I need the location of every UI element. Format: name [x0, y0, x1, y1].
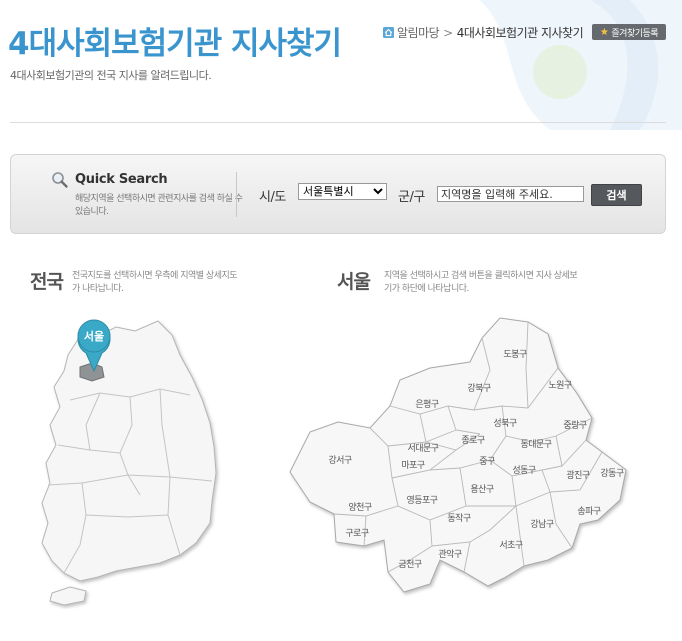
quick-search-divider	[236, 172, 237, 217]
district-label[interactable]: 중랑구	[563, 419, 587, 431]
district-label[interactable]: 서초구	[499, 540, 523, 551]
jeju-island[interactable]	[49, 586, 87, 606]
district-label[interactable]: 종로구	[461, 435, 485, 446]
search-button[interactable]: 검색	[591, 184, 642, 206]
title-divider	[10, 122, 666, 123]
district-label[interactable]: 도봉구	[503, 349, 527, 360]
gungu-label: 군/구	[398, 190, 425, 205]
page-subtitle: 4대사회보험기관의 전국 지사를 알려드립니다.	[10, 69, 212, 82]
seoul-pin-label: 서울	[84, 329, 104, 343]
korea-map[interactable]: 서울	[20, 305, 250, 620]
district-label[interactable]: 강남구	[530, 519, 554, 530]
district-label[interactable]: 서대문구	[407, 443, 439, 454]
district-label[interactable]: 관악구	[438, 548, 462, 560]
district-label[interactable]: 용산구	[470, 484, 494, 495]
sido-label: 시/도	[259, 190, 286, 205]
quick-search-title: Quick Search	[75, 172, 168, 187]
add-favorite-label: 즐겨찾기등록	[611, 28, 659, 39]
magnifier-icon	[52, 172, 68, 188]
district-label[interactable]: 성동구	[512, 465, 536, 476]
district-label[interactable]: 광진구	[566, 469, 590, 481]
district-label[interactable]: 금천구	[398, 559, 422, 570]
district-label[interactable]: 영등포구	[406, 495, 438, 506]
district-label[interactable]: 강북구	[467, 383, 491, 394]
district-label[interactable]: 마포구	[401, 460, 425, 471]
quick-search-panel: Quick Search 해당지역을 선택하시면 관련지사를 검색 하실 수 있…	[10, 154, 666, 234]
star-icon: ★	[599, 26, 609, 38]
district-label[interactable]: 강서구	[328, 455, 352, 466]
page-title: 4대사회보험기관 지사찾기	[8, 26, 342, 62]
sido-select[interactable]: 서울특별시	[298, 183, 387, 200]
district-label[interactable]: 양천구	[348, 502, 372, 513]
district-label[interactable]: 구로구	[345, 528, 369, 539]
district-label[interactable]: 성북구	[493, 418, 517, 429]
district-label[interactable]: 강동구	[600, 468, 624, 479]
breadcrumb-current: 4대사회보험기관 지사찾기	[456, 26, 584, 40]
district-label[interactable]: 동대문구	[520, 439, 552, 450]
breadcrumb: 알림마당 > 4대사회보험기관 지사찾기	[383, 24, 584, 41]
seoul-map[interactable]: 도봉구 강북구 노원구 은평구 성북구 중랑구 종로구 동대문구 서대문구 강서…	[280, 310, 630, 610]
district-label[interactable]: 은평구	[415, 399, 439, 410]
home-icon[interactable]	[383, 27, 394, 38]
seoul-map-description: 지역을 선택하시고 검색 버튼을 클릭하시면 지사 상세보기가 하단에 나타납니…	[384, 271, 578, 294]
seoul-map-heading: 서울	[337, 271, 371, 293]
breadcrumb-separator: >	[443, 25, 453, 40]
korea-mainland[interactable]	[41, 320, 217, 582]
district-label[interactable]: 노원구	[548, 380, 572, 391]
district-label[interactable]: 중구	[479, 456, 495, 467]
region-input[interactable]	[437, 186, 584, 202]
breadcrumb-item-notice[interactable]: 알림마당	[397, 24, 440, 41]
add-favorite-button[interactable]: ★ 즐겨찾기등록	[592, 24, 666, 40]
district-label[interactable]: 송파구	[577, 506, 601, 517]
national-map-heading: 전국	[30, 271, 64, 293]
national-map-description: 전국지도를 선택하시면 우측에 지역별 상세지도가 나타납니다.	[72, 271, 238, 294]
district-label[interactable]: 동작구	[447, 513, 471, 524]
quick-search-description: 해당지역을 선택하시면 관련지사를 검색 하실 수 있습니다.	[75, 194, 243, 217]
background-decoration	[480, 0, 682, 130]
